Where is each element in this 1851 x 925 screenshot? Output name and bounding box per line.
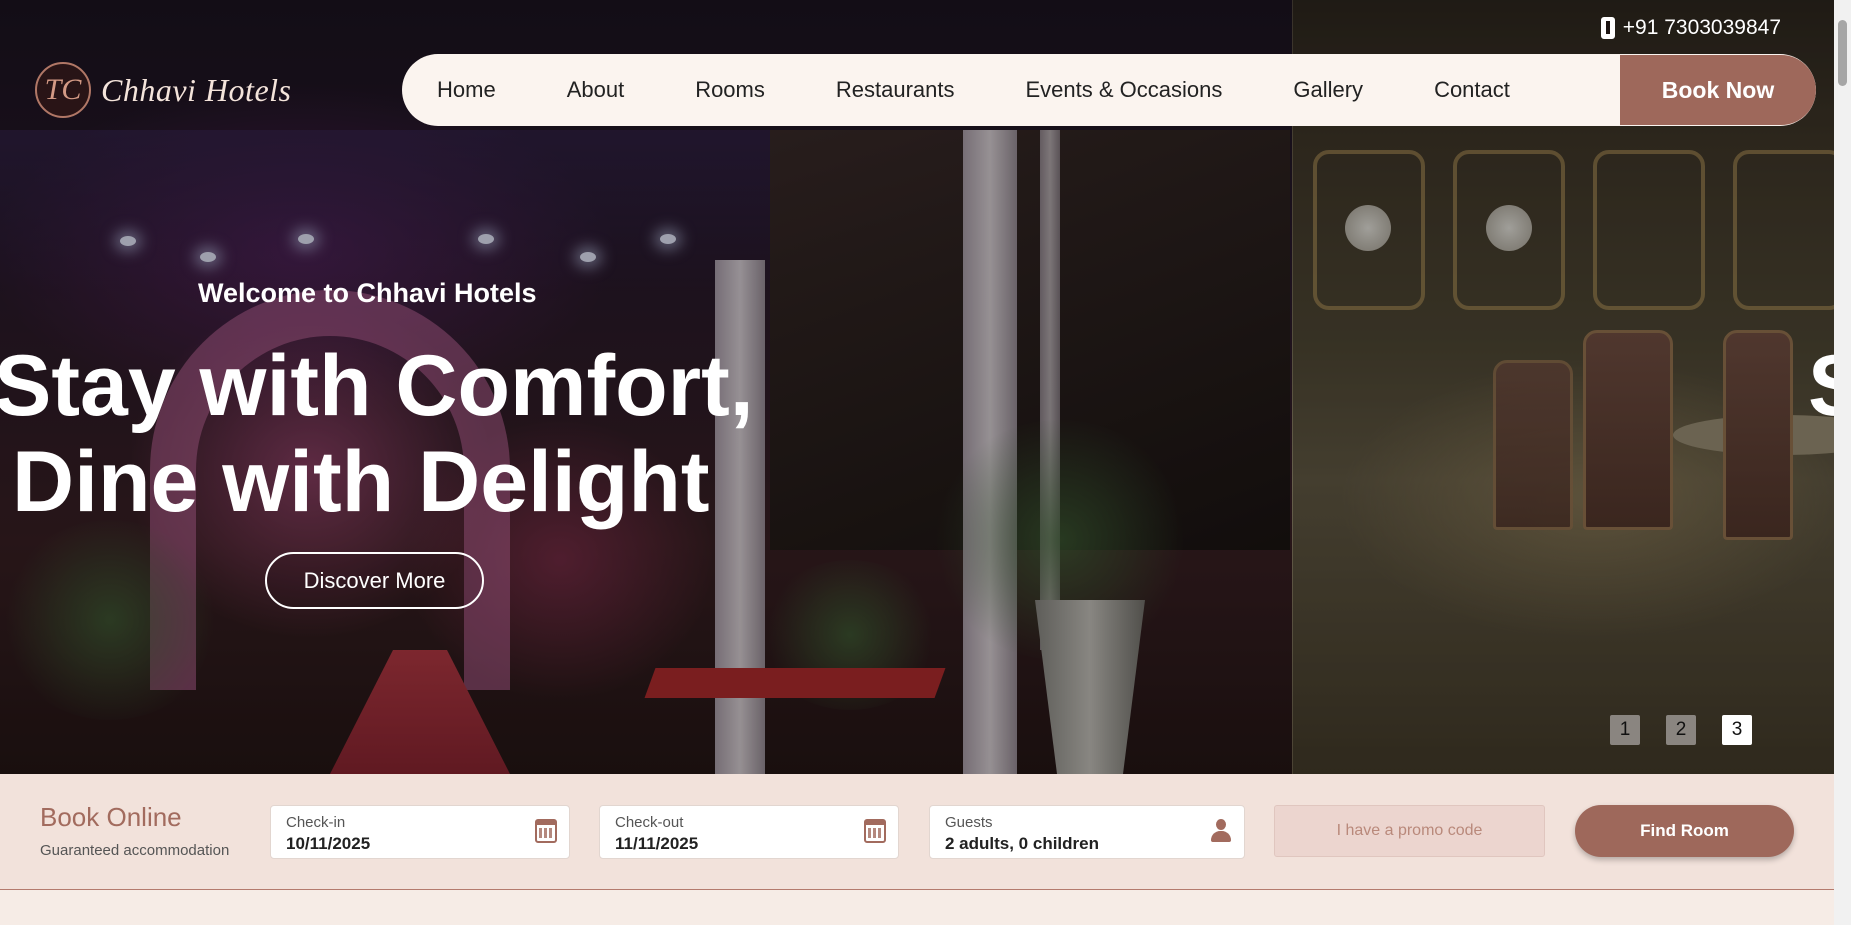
nav-home[interactable]: Home [402, 77, 531, 103]
nav-rooms[interactable]: Rooms [660, 77, 801, 103]
slider-dot-1[interactable]: 1 [1610, 715, 1640, 745]
person-icon [1210, 819, 1232, 843]
slider-dot-3[interactable]: 3 [1722, 715, 1752, 745]
hero-headline-line2: Dine with Delight [12, 434, 710, 530]
brand-name: Chhavi Hotels [101, 71, 292, 108]
logo-mark: TC [35, 62, 91, 118]
hero-headline-line1: Stay with Comfort, [0, 338, 754, 434]
page-scrollbar[interactable] [1834, 0, 1851, 925]
booking-title: Book Online [40, 802, 182, 832]
discover-more-button[interactable]: Discover More [265, 552, 484, 609]
scrollbar-thumb[interactable] [1838, 20, 1847, 86]
calendar-icon [864, 819, 886, 843]
nav-gallery[interactable]: Gallery [1258, 77, 1399, 103]
checkout-field[interactable]: Check-out 11/11/2025 [599, 805, 899, 859]
nav-contact[interactable]: Contact [1399, 77, 1546, 103]
nav-events[interactable]: Events & Occasions [990, 77, 1258, 103]
mobile-phone-icon [1600, 17, 1615, 39]
nav-restaurants[interactable]: Restaurants [800, 77, 990, 103]
promo-code-input[interactable] [1274, 805, 1545, 857]
guests-field[interactable]: Guests 2 adults, 0 children [929, 805, 1245, 859]
checkout-value[interactable]: 11/11/2025 [615, 834, 698, 854]
checkout-label: Check-out [615, 814, 684, 831]
booking-subtitle: Guaranteed accommodation [40, 842, 230, 859]
brand-logo[interactable]: TC Chhavi Hotels [35, 62, 291, 118]
guests-label: Guests [945, 814, 993, 831]
main-nav: Home About Rooms Restaurants Events & Oc… [402, 54, 1816, 126]
slider-pagination: 1 2 3 [1610, 715, 1752, 745]
guests-value[interactable]: 2 adults, 0 children [945, 834, 1099, 854]
slider-dot-2[interactable]: 2 [1666, 715, 1696, 745]
nav-about[interactable]: About [531, 77, 660, 103]
calendar-icon [535, 819, 557, 843]
checkin-field[interactable]: Check-in 10/11/2025 [270, 805, 570, 859]
hero-headline: Stay with Comfort, Dine with Delight [0, 338, 754, 530]
find-room-button[interactable]: Find Room [1575, 805, 1794, 857]
checkin-value[interactable]: 10/11/2025 [286, 834, 370, 854]
phone-number[interactable]: +91 7303039847 [1623, 16, 1781, 40]
booking-bar: Book Online Guaranteed accommodation Che… [0, 774, 1834, 890]
phone-contact[interactable]: +91 7303039847 [1600, 16, 1781, 40]
book-now-button[interactable]: Book Now [1620, 55, 1816, 125]
checkin-label: Check-in [286, 814, 346, 831]
hero-eyebrow: Welcome to Chhavi Hotels [198, 278, 537, 308]
